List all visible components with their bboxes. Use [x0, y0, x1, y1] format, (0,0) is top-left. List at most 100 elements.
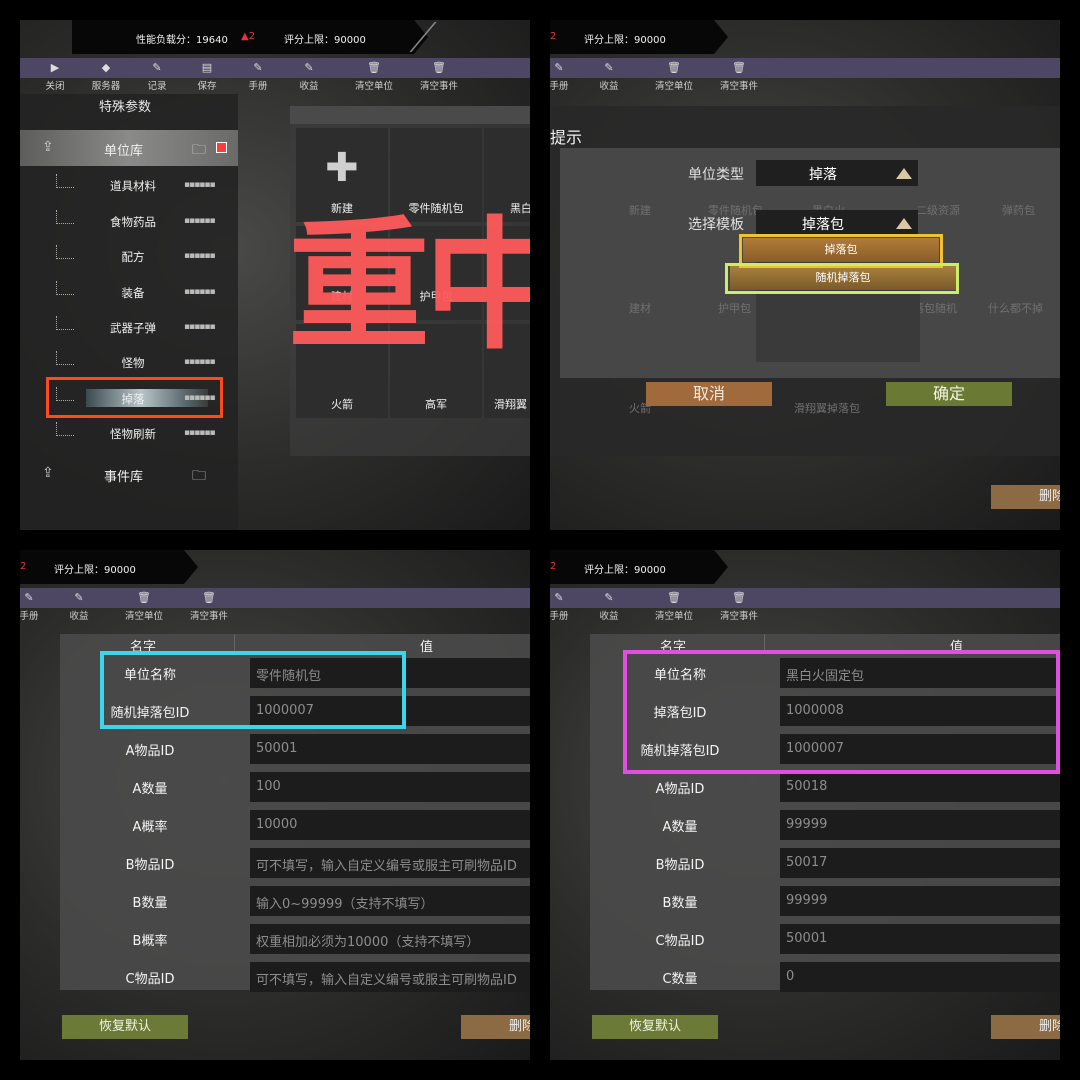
edit-icon: ✎: [152, 61, 162, 74]
edit-icon: ✎: [554, 591, 564, 604]
play-icon: ▶: [50, 61, 60, 74]
upload-icon: ⇪: [42, 139, 54, 155]
value-field[interactable]: 可不填写，输入自定义编号或服主可刷物品ID: [250, 962, 530, 992]
perf-score: 性能负载分：19640: [136, 35, 228, 46]
value-field[interactable]: 99999: [780, 810, 1060, 840]
category-item[interactable]: 配方 ▪▪▪▪▪▪: [20, 241, 238, 271]
income-button[interactable]: ✎ 收益: [582, 590, 636, 622]
sidebar-title: 特殊参数: [98, 100, 151, 115]
confirm-button[interactable]: 确定: [886, 382, 1012, 406]
edit-icon: ✎: [304, 61, 314, 74]
folder-add-icon[interactable]: 🗀: [192, 139, 206, 163]
restore-default-button[interactable]: 恢复默认: [592, 1015, 718, 1039]
table-row: B数量 99999: [590, 882, 1060, 920]
plus-icon: ✚: [325, 145, 359, 191]
value-field[interactable]: 50018: [780, 772, 1060, 802]
edit-icon: ✎: [604, 61, 614, 74]
category-item[interactable]: 装备 ▪▪▪▪▪▪: [20, 277, 238, 307]
drag-handle-icon[interactable]: ▪▪▪▪▪▪: [184, 180, 216, 190]
manual-button[interactable]: ✎ 手册: [231, 60, 285, 92]
unit-type-select[interactable]: 掉落: [756, 160, 918, 186]
value-field[interactable]: 10000: [250, 810, 530, 840]
drag-handle-icon[interactable]: ▪▪▪▪▪▪: [184, 428, 216, 438]
clear-units-button[interactable]: 🗑 清空单位: [647, 590, 701, 622]
clear-events-button[interactable]: 🗑 清空事件: [182, 590, 236, 622]
background-label: 建材: [629, 302, 651, 315]
income-button[interactable]: ✎ 收益: [582, 60, 636, 92]
edit-icon: ✎: [24, 591, 34, 604]
drag-handle-icon[interactable]: ▪▪▪▪▪▪: [184, 357, 216, 367]
value-field[interactable]: 50017: [780, 848, 1060, 878]
template-label: 选择模板: [688, 217, 744, 233]
save-button[interactable]: ▤ 保存: [180, 60, 234, 92]
trash-icon: 🗑: [432, 61, 446, 74]
manual-button[interactable]: ✎ 手册: [20, 590, 56, 622]
category-item[interactable]: 武器子弹 ▪▪▪▪▪▪: [20, 312, 238, 342]
cancel-button[interactable]: 取消: [646, 382, 772, 406]
record-button[interactable]: ✎ 记录: [130, 60, 184, 92]
score-cap: 评分上限：90000: [54, 565, 136, 576]
cube-icon: ◆: [101, 61, 111, 74]
score-cap: 评分上限：90000: [584, 35, 666, 46]
delete-button[interactable]: 删除: [991, 1015, 1060, 1039]
template-select[interactable]: 掉落包: [756, 210, 918, 236]
table-row: A数量 100: [60, 768, 530, 806]
category-item[interactable]: 食物药品 ▪▪▪▪▪▪: [20, 206, 238, 236]
value-field[interactable]: 输入0~99999（支持不填写）: [250, 886, 530, 916]
table-row: B概率 权重相加必须为10000（支持不填写）: [60, 920, 530, 958]
clear-units-button[interactable]: 🗑 清空单位: [647, 60, 701, 92]
restore-default-button[interactable]: 恢复默认: [62, 1015, 188, 1039]
server-button[interactable]: ◆ 服务器: [79, 60, 133, 92]
folder-add-icon[interactable]: 🗀: [192, 465, 206, 489]
highlight-box: [623, 650, 1060, 774]
overlay-annotation-text: 重中: [288, 204, 530, 369]
delete-button[interactable]: 删除: [461, 1015, 530, 1039]
delete-button[interactable]: 删除: [991, 485, 1060, 509]
clear-events-button[interactable]: 🗑 清空事件: [412, 60, 466, 92]
drag-handle-icon[interactable]: ▪▪▪▪▪▪: [184, 322, 216, 332]
score-cap: 评分上限：90000: [584, 565, 666, 576]
value-field[interactable]: 0: [780, 962, 1060, 992]
table-row: A物品ID 50001: [60, 730, 530, 768]
clear-events-button[interactable]: 🗑 清空事件: [712, 60, 766, 92]
drag-handle-icon[interactable]: ▪▪▪▪▪▪: [184, 287, 216, 297]
toolbar: ▶ 关闭 ◆ 服务器 ✎ 记录 ▤ 保存 ✎ 手册 ✎ 收益 🗑 清空单位 🗑 清空事件: [20, 58, 530, 92]
perf-delta-clipped: 2: [550, 561, 557, 572]
highlight-box: [100, 651, 406, 729]
edit-icon: ✎: [604, 591, 614, 604]
background-label: 弹药包: [1002, 204, 1035, 217]
value-field[interactable]: 可不填写，输入自定义编号或服主可刷物品ID: [250, 848, 530, 878]
highlight-box: [46, 377, 223, 418]
category-item[interactable]: 怪物 ▪▪▪▪▪▪: [20, 347, 238, 377]
toolbar: ✎ 手册 ✎ 收益 🗑 清空单位 🗑 清空事件: [20, 588, 530, 622]
income-button[interactable]: ✎ 收益: [52, 590, 106, 622]
category-item[interactable]: 道具材料 ▪▪▪▪▪▪: [20, 170, 238, 200]
status-bar: 性能负载分：19640 ▲2 评分上限：90000: [72, 20, 428, 54]
clear-units-button[interactable]: 🗑 清空单位: [347, 60, 401, 92]
drag-handle-icon[interactable]: ▪▪▪▪▪▪: [184, 216, 216, 226]
manual-button[interactable]: ✎ 手册: [550, 590, 586, 622]
value-field[interactable]: 100: [250, 772, 530, 802]
table-row: B物品ID 50017: [590, 844, 1060, 882]
value-field[interactable]: 99999: [780, 886, 1060, 916]
clear-events-button[interactable]: 🗑 清空事件: [712, 590, 766, 622]
edit-icon: ✎: [74, 591, 84, 604]
sidebar: 特殊参数 ⇪ 单位库 🗀 道具材料 ▪▪▪▪▪▪ 食物药品 ▪▪▪▪▪▪ 配方 ▪▪▪…: [20, 94, 238, 530]
background-label: 二级资源: [916, 204, 960, 217]
category-item[interactable]: 怪物刷新 ▪▪▪▪▪▪: [20, 418, 238, 448]
drag-handle-icon[interactable]: ▪▪▪▪▪▪: [184, 251, 216, 261]
value-field[interactable]: 权重相加必须为10000（支持不填写）: [250, 924, 530, 954]
dialog-title: 提示: [550, 128, 583, 147]
value-field[interactable]: 50001: [780, 924, 1060, 954]
unit-library-row[interactable]: ⇪ 单位库 🗀: [20, 130, 238, 166]
table-row: C物品ID 可不填写，输入自定义编号或服主可刷物品ID: [60, 958, 530, 996]
triangle-up-icon: [896, 218, 912, 229]
event-library-row[interactable]: ⇪ 事件库 🗀: [20, 456, 238, 492]
close-button[interactable]: ▶ 关闭: [28, 60, 82, 92]
clear-units-button[interactable]: 🗑 清空单位: [117, 590, 171, 622]
value-field[interactable]: 50001: [250, 734, 530, 764]
background-label: 滑翔翼掉落包: [794, 402, 860, 415]
manual-button[interactable]: ✎ 手册: [550, 60, 586, 92]
perf-delta-clipped: 2: [20, 561, 27, 572]
income-button[interactable]: ✎ 收益: [282, 60, 336, 92]
